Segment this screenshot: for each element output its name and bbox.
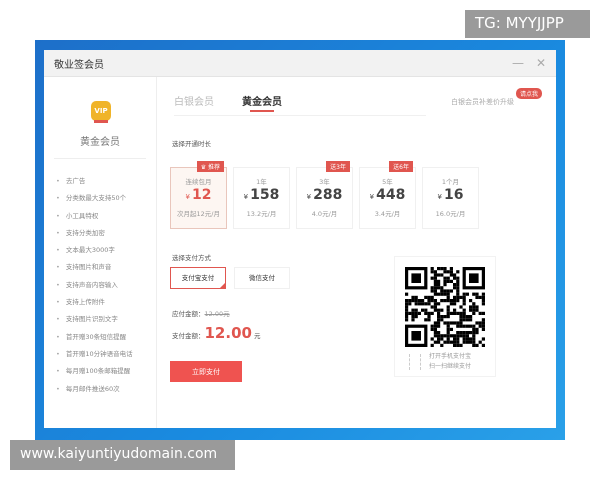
qr-hint-2: 扫一扫继续支付	[429, 363, 472, 370]
currency-symbol: ¥	[306, 193, 312, 201]
amount-pay: 支付金额：12.00 元	[172, 324, 261, 342]
plan-price-value: 12	[191, 187, 212, 203]
plan-name: 1个月	[441, 178, 460, 186]
plan-monthly: 次月起12元/月	[177, 210, 220, 218]
feature-item: 小工具特权	[56, 208, 133, 225]
membership-tabs: 白银会员 黄金会员	[174, 93, 310, 112]
upgrade-link[interactable]: 白银会员补差价升级	[451, 97, 514, 107]
plan-options: ♛ 推荐 连续包月 ¥12 次月起12元/月 1年 ¥158 13.2元/月 送3年 3年 ¥28…	[170, 161, 485, 229]
plan-option[interactable]: 送3年 3年 ¥288 4.0元/月	[296, 161, 353, 229]
plan-price: ¥448	[360, 187, 415, 203]
window-title: 敬业签会员	[54, 59, 104, 71]
plan-name: 连续包月	[185, 178, 212, 186]
feature-item: 每月邮件推送60次	[56, 381, 133, 398]
plan-price-value: 16	[443, 187, 464, 203]
amount-due: 应付金额：12.00元	[172, 308, 230, 318]
plan-option[interactable]: 1个月 ¥16 16.0元/月	[422, 167, 479, 229]
feature-item: 支持图片和声音	[56, 259, 133, 276]
alipay-option[interactable]: 支付宝支付	[170, 267, 226, 289]
plan-name: 5年	[382, 178, 393, 186]
currency-symbol: ¥	[437, 193, 442, 201]
currency-symbol: ¥	[243, 193, 249, 201]
plan-tag: ♛ 推荐	[196, 161, 224, 172]
feature-item: 支持分类加密	[56, 225, 133, 242]
plan-price: ¥158	[234, 187, 289, 203]
click-me-badge[interactable]: 请点我	[515, 88, 542, 99]
tab-divider	[174, 115, 426, 116]
watermark-top: TG: MYYJJPP	[465, 10, 590, 38]
vip-badge-icon: VIP	[91, 101, 111, 123]
feature-list: 去广告分类数最大支持50个小工具特权支持分类加密文本最大3000字支持图片和声音…	[56, 173, 133, 398]
qr-panel: 打开手机支付宝 扫一扫继续支付	[394, 256, 496, 377]
amount-pay-value: 12.00	[204, 324, 252, 342]
plan-monthly: 16.0元/月	[435, 210, 466, 218]
currency-symbol: ¥	[185, 193, 190, 201]
watermark-bottom: www.kaiyuntiyudomain.com	[10, 440, 235, 470]
currency-symbol: ¥	[369, 193, 375, 201]
plan-price-value: 448	[376, 187, 406, 203]
plan-price-value: 288	[313, 187, 343, 203]
wechat-pay-option[interactable]: 微信支付	[234, 267, 290, 289]
feature-item: 文本最大3000字	[56, 242, 133, 259]
plan-option[interactable]: ♛ 推荐 连续包月 ¥12 次月起12元/月	[170, 161, 227, 229]
plan-price: ¥16	[423, 187, 478, 203]
tab-gold[interactable]: 黄金会员	[242, 93, 282, 112]
amount-pay-label: 支付金额：	[172, 332, 205, 340]
duration-label: 选择开通时长	[172, 140, 211, 148]
plan-tag: 送3年	[326, 161, 350, 172]
title-bar: 敬业签会员 — ✕	[44, 50, 556, 77]
payment-label: 选择支付方式	[172, 254, 211, 262]
plan-monthly: 3.4元/月	[374, 210, 401, 218]
tab-silver[interactable]: 白银会员	[174, 93, 214, 108]
pay-now-button[interactable]: 立即支付	[170, 361, 242, 382]
plan-option[interactable]: 送6年 5年 ¥448 3.4元/月	[359, 161, 416, 229]
payment-methods: 支付宝支付 微信支付	[170, 267, 298, 289]
qr-hint-1: 打开手机支付宝	[429, 353, 472, 360]
sidebar: VIP 黄金会员 去广告分类数最大支持50个小工具特权支持分类加密文本最大300…	[44, 77, 157, 428]
membership-level: 黄金会员	[80, 137, 120, 148]
plan-tag: 送6年	[389, 161, 413, 172]
feature-item: 分类数最大支持50个	[56, 190, 133, 207]
close-button[interactable]: ✕	[536, 56, 546, 70]
plan-monthly: 4.0元/月	[311, 210, 338, 218]
feature-item: 支持声音内容输入	[56, 277, 133, 294]
feature-item: 支持上传附件	[56, 294, 133, 311]
amount-due-label: 应付金额：	[172, 310, 205, 318]
scan-icon	[409, 354, 421, 370]
amount-due-value: 12.00元	[204, 310, 230, 318]
feature-item: 首开赠10分钟语音电话	[56, 346, 133, 363]
qr-code	[405, 267, 485, 347]
minimize-button[interactable]: —	[512, 56, 524, 70]
amount-pay-unit: 元	[254, 332, 261, 340]
membership-dialog: 敬业签会员 — ✕ VIP 黄金会员 去广告分类数最大支持50个小工具特权支持分…	[44, 50, 556, 428]
feature-item: 支持图片识别文字	[56, 311, 133, 328]
divider	[54, 158, 146, 159]
plan-price: ¥12	[171, 187, 226, 203]
plan-name: 3年	[319, 178, 330, 186]
plan-name: 1年	[256, 178, 267, 186]
plan-monthly: 13.2元/月	[246, 210, 277, 218]
plan-price-value: 158	[250, 187, 280, 203]
feature-item: 首开赠30条短信提醒	[56, 329, 133, 346]
plan-price: ¥288	[297, 187, 352, 203]
feature-item: 去广告	[56, 173, 133, 190]
plan-option[interactable]: 1年 ¥158 13.2元/月	[233, 167, 290, 229]
feature-item: 每月赠100条邮箱提醒	[56, 363, 133, 380]
